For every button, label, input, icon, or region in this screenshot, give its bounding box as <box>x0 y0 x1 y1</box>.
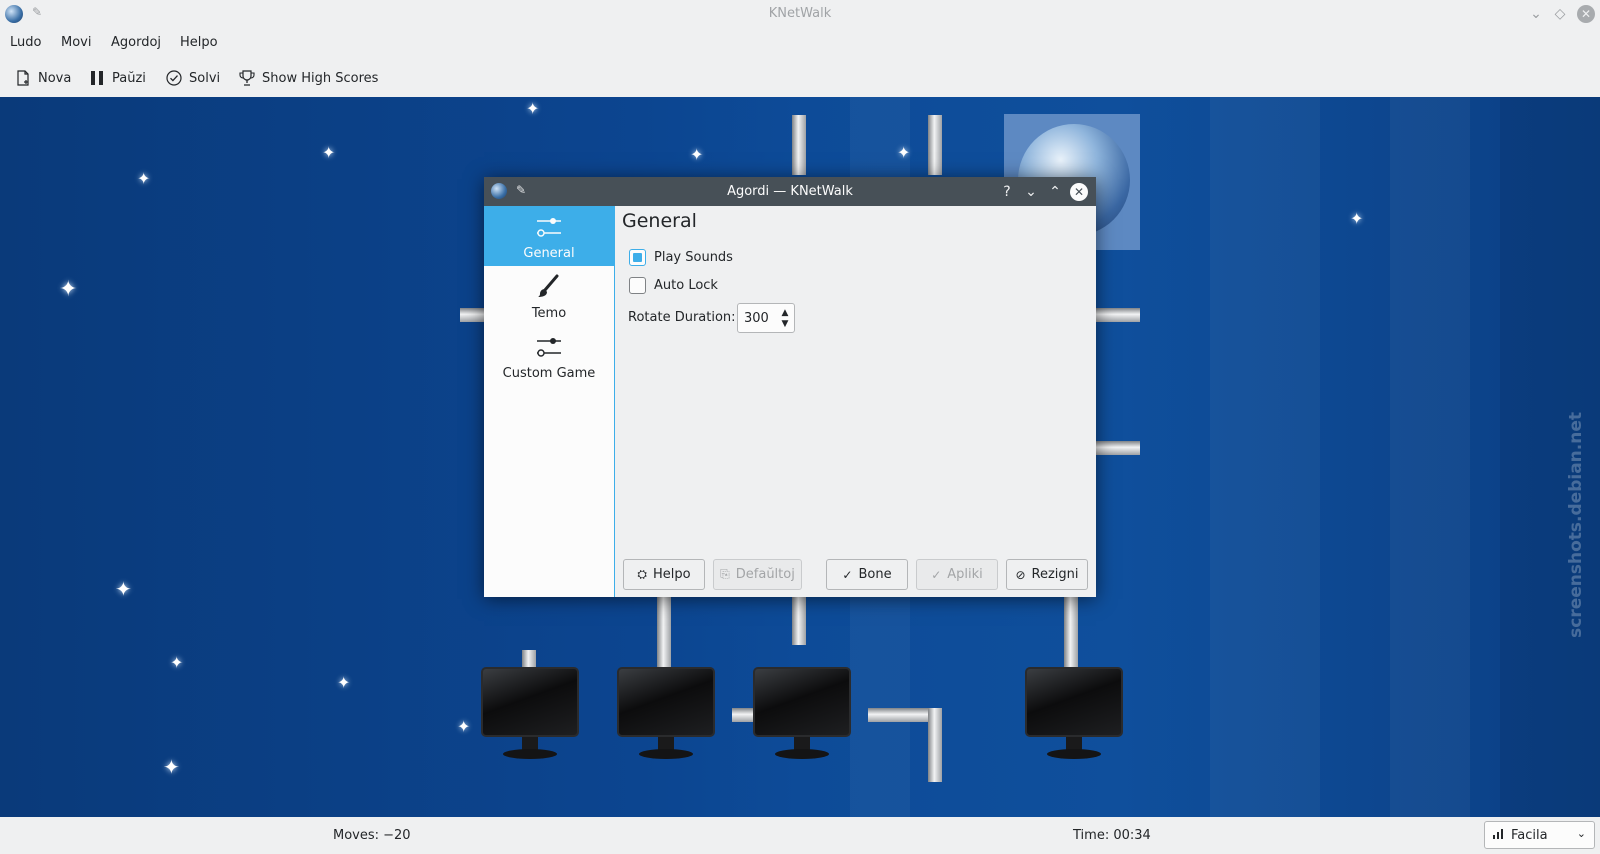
document-revert-icon: ⎘ <box>720 567 730 581</box>
menubar: Ludo Movi Agordoj Helpo <box>0 32 1600 56</box>
auto-lock-checkbox[interactable] <box>629 276 646 294</box>
star-decoration: ✦ <box>59 277 78 302</box>
toolbar: Nova Paŭzi Solvi Show High Scores <box>0 62 1600 94</box>
settings-dialog: ✎ Agordi — KNetWalk ? ⌄ ⌃ ✕ General Temo… <box>484 177 1096 597</box>
apply-button[interactable]: ✓ Apliki <box>916 559 998 590</box>
pipe-segment <box>792 115 806 175</box>
difficulty-select[interactable]: Facila ⌄ <box>1484 821 1595 849</box>
close-icon[interactable]: ✕ <box>1070 183 1088 201</box>
time-counter: Time: 00:34 <box>1073 828 1151 843</box>
pipe-segment <box>928 115 942 175</box>
star-decoration: ✦ <box>337 673 351 692</box>
sidebar-item-custom-game[interactable]: Custom Game <box>484 326 614 386</box>
minimize-icon[interactable]: ⌄ <box>1527 5 1545 23</box>
signal-bars-icon <box>1493 827 1505 843</box>
paintbrush-icon <box>533 274 565 300</box>
menu-ludo[interactable]: Ludo <box>10 35 41 50</box>
minimize-icon[interactable]: ⌄ <box>1022 183 1040 201</box>
menu-movi[interactable]: Movi <box>61 35 91 50</box>
new-document-icon <box>14 69 32 87</box>
page-title: General <box>622 210 697 232</box>
rotate-duration-input[interactable] <box>744 309 774 327</box>
check-circle-icon <box>165 69 183 87</box>
watermark-text: screenshots.debian.net <box>1566 412 1586 638</box>
pipe-segment <box>1095 441 1140 455</box>
help-button[interactable]: ⛭ Helpo <box>623 559 705 590</box>
rotate-duration-spinbox[interactable]: ▲ ▼ <box>737 303 795 333</box>
menu-agordoj[interactable]: Agordoj <box>111 35 161 50</box>
star-decoration: ✦ <box>115 577 132 601</box>
star-decoration: ✦ <box>457 717 471 736</box>
maximize-icon[interactable]: ⌃ <box>1046 183 1064 201</box>
solve-label: Solvi <box>189 70 221 86</box>
pause-label: Paŭzi <box>112 70 146 86</box>
menu-helpo[interactable]: Helpo <box>180 35 218 50</box>
rotate-duration-label: Rotate Duration: <box>628 310 736 325</box>
sidebar-item-temo[interactable]: Temo <box>484 266 614 326</box>
help-button-label: Helpo <box>653 567 691 582</box>
sliders-icon <box>533 214 565 240</box>
cancel-button-label: Rezigni <box>1031 567 1079 582</box>
show-high-scores-button[interactable]: Show High Scores <box>238 66 378 90</box>
computer-terminal[interactable] <box>617 667 715 762</box>
defaults-button[interactable]: ⎘ Defaŭltoj <box>713 559 802 590</box>
sidebar-item-label: General <box>523 246 575 261</box>
checkmark-icon: ✓ <box>931 567 942 582</box>
star-decoration: ✦ <box>1350 209 1364 228</box>
ok-button[interactable]: ✓ Bone <box>826 559 908 590</box>
star-decoration: ✦ <box>526 99 540 118</box>
sliders-icon <box>533 334 565 360</box>
close-icon[interactable]: ✕ <box>1577 5 1595 23</box>
settings-sidebar: General Temo Custom Game <box>484 206 615 597</box>
dialog-titlebar[interactable]: ✎ Agordi — KNetWalk ? ⌄ ⌃ ✕ <box>484 177 1096 206</box>
window-titlebar: ✎ KNetWalk ⌄ ◇ ✕ <box>0 0 1600 28</box>
star-decoration: ✦ <box>690 145 704 164</box>
new-game-label: Nova <box>38 70 72 86</box>
star-decoration: ✦ <box>170 653 184 672</box>
auto-lock-label: Auto Lock <box>654 277 718 293</box>
sidebar-item-general[interactable]: General <box>484 206 614 266</box>
window-title: KNetWalk <box>768 6 832 21</box>
cancel-button[interactable]: ⊘ Rezigni <box>1006 559 1088 590</box>
ok-button-label: Bone <box>858 567 892 582</box>
pause-button[interactable]: Paŭzi <box>88 66 146 90</box>
statusbar: Moves: −20 Time: 00:34 Facila ⌄ <box>0 817 1600 854</box>
show-high-scores-label: Show High Scores <box>262 70 379 86</box>
star-decoration: ✦ <box>322 143 336 162</box>
new-game-button[interactable]: Nova <box>14 66 71 90</box>
maximize-icon[interactable]: ◇ <box>1551 5 1569 23</box>
pipe-segment <box>1064 587 1078 669</box>
sidebar-item-label: Temo <box>531 306 567 321</box>
cancel-icon: ⊘ <box>1015 567 1026 582</box>
play-sounds-checkbox-row[interactable]: Play Sounds <box>629 247 733 267</box>
computer-terminal[interactable] <box>753 667 851 762</box>
chevron-down-icon[interactable]: ▼ <box>778 318 792 330</box>
sidebar-item-label: Custom Game <box>502 366 596 381</box>
trophy-icon <box>238 69 256 87</box>
star-decoration: ✦ <box>163 755 180 779</box>
chevron-down-icon: ⌄ <box>1576 827 1586 840</box>
difficulty-value: Facila <box>1511 827 1548 843</box>
pipe-segment <box>1095 308 1140 322</box>
star-decoration: ✦ <box>897 143 911 162</box>
pipe-segment <box>657 587 671 669</box>
defaults-button-label: Defaŭltoj <box>735 567 795 582</box>
play-sounds-label: Play Sounds <box>654 249 733 265</box>
help-icon[interactable]: ? <box>998 183 1016 201</box>
apply-button-label: Apliki <box>947 567 983 582</box>
auto-lock-checkbox-row[interactable]: Auto Lock <box>629 275 718 295</box>
computer-terminal[interactable] <box>1025 667 1123 762</box>
pipe-segment <box>928 708 942 782</box>
lifebuoy-icon: ⛭ <box>637 567 647 581</box>
moves-counter: Moves: −20 <box>333 828 411 843</box>
pause-icon <box>88 69 106 87</box>
solve-button[interactable]: Solvi <box>165 66 220 90</box>
star-decoration: ✦ <box>137 169 151 188</box>
checkmark-icon: ✓ <box>842 567 853 582</box>
computer-terminal[interactable] <box>481 667 579 762</box>
play-sounds-checkbox[interactable] <box>629 248 646 266</box>
